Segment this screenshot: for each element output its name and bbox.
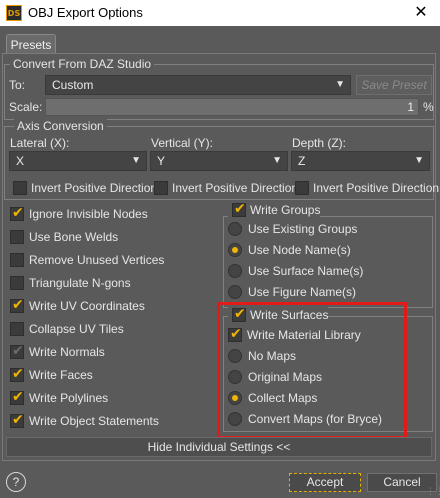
depth-label: Depth (Z):: [292, 136, 347, 150]
window-title: OBJ Export Options: [28, 5, 143, 20]
option-checkbox-3[interactable]: [10, 253, 24, 267]
lateral-label: Lateral (X):: [10, 136, 70, 150]
write-groups-checkbox[interactable]: [232, 201, 246, 217]
axis-group-legend: Axis Conversion: [14, 119, 107, 133]
hide-individual-settings-button[interactable]: Hide Individual Settings <<: [6, 437, 432, 457]
option-label-4: Triangulate N-gons: [29, 276, 131, 290]
option-label-5: Write UV Coordinates: [29, 299, 145, 313]
depth-select[interactable]: Z ▼: [291, 151, 430, 171]
invert-y-label: Invert Positive Direction: [172, 181, 299, 195]
option-label-1: Ignore Invisible Nodes: [29, 207, 148, 221]
option-label-7: Write Normals: [29, 345, 105, 359]
option-checkbox-8[interactable]: [10, 366, 24, 382]
scale-unit: %: [423, 100, 434, 114]
option-checkbox-5[interactable]: [10, 297, 24, 313]
invert-z-label: Invert Positive Direction: [313, 181, 440, 195]
option-checkbox-1[interactable]: [10, 205, 24, 221]
invert-x-label: Invert Positive Direction: [31, 181, 158, 195]
option-checkbox-4[interactable]: [10, 276, 24, 290]
tab-presets[interactable]: Presets: [6, 34, 56, 54]
chevron-down-icon: ▼: [414, 155, 424, 166]
accept-button[interactable]: Accept: [289, 473, 361, 492]
group-radio-1[interactable]: [228, 222, 242, 236]
group-radio-label-1: Use Existing Groups: [248, 222, 358, 236]
option-label-3: Remove Unused Vertices: [29, 253, 165, 267]
option-checkbox-10[interactable]: [10, 412, 24, 428]
invert-y-checkbox[interactable]: [154, 181, 168, 195]
option-checkbox-6[interactable]: [10, 322, 24, 336]
lateral-select-value: X: [16, 154, 25, 168]
group-radio-4[interactable]: [228, 285, 242, 299]
option-checkbox-9[interactable]: [10, 389, 24, 405]
chevron-down-icon: ▼: [272, 155, 282, 166]
depth-select-value: Z: [298, 154, 306, 168]
title-bar: DS OBJ Export Options ✕: [0, 0, 440, 26]
option-label-6: Collapse UV Tiles: [29, 322, 124, 336]
option-label-2: Use Bone Welds: [29, 230, 119, 244]
option-checkbox-7[interactable]: [10, 343, 24, 359]
save-preset-button[interactable]: Save Preset: [356, 75, 432, 95]
option-label-9: Write Polylines: [29, 391, 109, 405]
invert-z-checkbox[interactable]: [295, 181, 309, 195]
chevron-down-icon: ▼: [335, 79, 345, 90]
group-radio-3[interactable]: [228, 264, 242, 278]
vertical-select[interactable]: Y ▼: [150, 151, 288, 171]
daz-app-icon: DS: [6, 5, 22, 21]
help-button[interactable]: ?: [6, 472, 26, 492]
vertical-select-value: Y: [157, 154, 166, 168]
group-radio-label-2: Use Node Name(s): [248, 243, 351, 257]
to-label: To:: [9, 78, 26, 92]
lateral-select[interactable]: X ▼: [9, 151, 147, 171]
resize-grip-icon[interactable]: ⋮⋮: [426, 486, 440, 498]
group-radio-label-4: Use Figure Name(s): [248, 285, 357, 299]
option-label-10: Write Object Statements: [29, 414, 159, 428]
group-radio-label-3: Use Surface Name(s): [248, 264, 364, 278]
invert-x-checkbox[interactable]: [13, 181, 27, 195]
scale-label: Scale:: [9, 100, 43, 114]
option-checkbox-2[interactable]: [10, 230, 24, 244]
highlight-box: [217, 302, 407, 439]
chevron-down-icon: ▼: [131, 155, 141, 166]
to-select[interactable]: Custom ▼: [45, 75, 351, 95]
close-button[interactable]: ✕: [402, 0, 440, 26]
vertical-label: Vertical (Y):: [151, 136, 214, 150]
scale-input[interactable]: 1: [45, 98, 419, 116]
group-radio-2[interactable]: [228, 243, 242, 257]
to-select-value: Custom: [52, 78, 94, 92]
write-groups-label: Write Groups: [250, 203, 321, 217]
convert-group-legend: Convert From DAZ Studio: [10, 57, 155, 71]
option-label-8: Write Faces: [29, 368, 93, 382]
